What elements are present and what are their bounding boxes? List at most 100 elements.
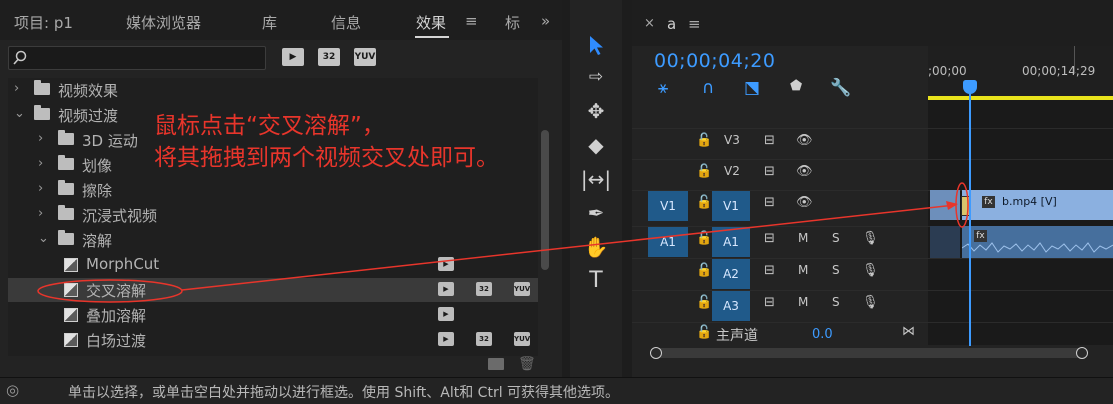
track-target-a2[interactable]: A2 — [712, 259, 750, 289]
go-to-end-icon[interactable]: ⋈ — [902, 324, 915, 339]
hand-tool-icon[interactable]: ✋ — [570, 232, 622, 262]
close-icon[interactable]: × — [644, 16, 655, 31]
sync-lock-icon[interactable]: ⊟ — [764, 263, 775, 278]
chevron-down-icon[interactable]: ⌄ — [38, 231, 49, 246]
tab-effects[interactable]: 效果 — [416, 12, 446, 33]
new-bin-icon[interactable] — [488, 358, 504, 370]
lock-icon[interactable]: 🔓 — [696, 133, 712, 148]
chevron-right-icon[interactable]: › — [38, 206, 43, 221]
accelerated-badge-icon: ▶ — [438, 332, 454, 346]
panel-menu-icon[interactable]: ≡ — [465, 12, 478, 30]
nest-sequence-icon[interactable]: ⚹ — [658, 78, 668, 98]
sync-lock-icon[interactable]: ⊟ — [764, 231, 775, 246]
lock-icon[interactable]: 🔓 — [696, 195, 712, 210]
tab-libraries[interactable]: 库 — [262, 12, 277, 33]
timeline-scrollbar[interactable] — [650, 347, 1088, 359]
annotation-line-2: 将其拖拽到两个视频交叉处即可。 — [154, 145, 499, 171]
mute-button[interactable]: M — [798, 231, 808, 245]
more-tabs-icon[interactable]: » — [541, 12, 550, 30]
tree-effect-item[interactable]: ▶ 叠加溶解 — [8, 303, 538, 327]
chevron-right-icon[interactable]: › — [14, 81, 19, 96]
track-target-a3[interactable]: A3 — [712, 291, 750, 321]
linked-selection-icon[interactable]: ⬔ — [744, 78, 760, 98]
audio-waveform — [962, 242, 1113, 253]
master-volume-value[interactable]: 0.0 — [812, 327, 833, 342]
track-target-a1[interactable]: A1 — [712, 227, 750, 257]
playhead-timecode[interactable]: 00;00;04;20 — [654, 50, 775, 72]
mute-button[interactable]: M — [798, 295, 808, 309]
microphone-icon[interactable]: 🎙 — [862, 263, 879, 278]
snap-magnet-icon[interactable]: ∩ — [702, 78, 714, 98]
sequence-tab[interactable]: a — [667, 15, 676, 33]
tree-scrollbar[interactable] — [541, 130, 549, 270]
playhead-handle[interactable] — [963, 80, 977, 94]
audio-clip[interactable]: fx — [962, 226, 1113, 258]
chevron-right-icon[interactable]: › — [38, 131, 43, 146]
tab-project[interactable]: 项目: p1 — [14, 12, 73, 33]
yuv-badge: YUV — [514, 332, 530, 346]
32bit-filter-button[interactable]: 32 — [318, 48, 340, 66]
eye-icon[interactable]: 👁 — [796, 164, 813, 179]
chevron-right-icon[interactable]: › — [38, 156, 43, 171]
source-patch-a1[interactable]: A1 — [648, 227, 688, 257]
tree-effect-item[interactable]: ▶ 32 YUV 白场过渡 — [8, 328, 538, 352]
lock-icon[interactable]: 🔓 — [696, 325, 712, 340]
search-input[interactable] — [8, 46, 266, 70]
chevron-right-icon[interactable]: › — [38, 181, 43, 196]
tab-info[interactable]: 信息 — [331, 12, 361, 33]
type-tool-icon[interactable]: T — [570, 266, 622, 296]
lock-icon[interactable]: 🔓 — [696, 164, 712, 179]
video-clip[interactable]: fx b.mp4 [V] — [962, 190, 1113, 220]
pen-tool-icon[interactable]: ✒ — [570, 198, 622, 228]
eye-icon[interactable]: 👁 — [796, 133, 813, 148]
scroll-handle-left[interactable] — [650, 347, 662, 359]
tree-folder[interactable]: › 视频效果 — [8, 78, 538, 102]
settings-wrench-icon[interactable]: 🔧 — [830, 78, 851, 98]
panel-menu-icon[interactable]: ≡ — [688, 15, 701, 33]
sync-lock-icon[interactable]: ⊟ — [764, 295, 775, 310]
32bit-badge: 32 — [476, 332, 492, 346]
sync-lock-icon[interactable]: ⊟ — [764, 133, 775, 148]
tab-markers[interactable]: 标 — [505, 12, 520, 33]
folder-icon — [58, 155, 74, 170]
accelerated-effects-filter-icon[interactable]: ▶ — [282, 48, 304, 66]
tab-media-browser[interactable]: 媒体浏览器 — [126, 12, 201, 33]
track-target-v1[interactable]: V1 — [712, 191, 750, 221]
transition-effect-icon — [64, 308, 78, 322]
ripple-edit-tool-icon[interactable]: ✥ — [570, 96, 622, 126]
solo-button[interactable]: S — [832, 295, 840, 309]
tree-folder[interactable]: › 沉浸式视频 — [8, 203, 538, 227]
mute-button[interactable]: M — [798, 263, 808, 277]
tree-folder[interactable]: ⌄ 溶解 — [8, 228, 538, 252]
tree-folder[interactable]: › 擦除 — [8, 178, 538, 202]
solo-button[interactable]: S — [832, 231, 840, 245]
tree-effect-item[interactable]: ▶ 32 YUV 交叉溶解 — [8, 278, 538, 302]
lock-icon[interactable]: 🔓 — [696, 231, 712, 246]
solo-button[interactable]: S — [832, 263, 840, 277]
yuv-filter-button[interactable]: YUV — [354, 48, 376, 66]
razor-tool-icon[interactable]: ◆ — [570, 130, 622, 160]
lock-icon[interactable]: 🔓 — [696, 295, 712, 310]
lock-icon[interactable]: 🔓 — [696, 263, 712, 278]
scroll-handle-right[interactable] — [1076, 347, 1088, 359]
timeline-tab-bar: × a ≡ — [632, 0, 1113, 46]
accelerated-badge-icon: ▶ — [438, 307, 454, 321]
sync-lock-icon[interactable]: ⊟ — [764, 164, 775, 179]
tree-effect-item[interactable]: ▶ MorphCut — [8, 253, 538, 277]
selection-tool-icon[interactable] — [570, 30, 622, 60]
eye-icon[interactable]: 👁 — [796, 195, 813, 210]
microphone-icon[interactable]: 🎙 — [862, 295, 879, 310]
delete-icon[interactable]: 🗑 — [518, 356, 536, 372]
sync-lock-icon[interactable]: ⊟ — [764, 195, 775, 210]
source-patch-v1[interactable]: V1 — [648, 191, 688, 221]
chevron-down-icon[interactable]: ⌄ — [14, 106, 25, 121]
playhead-line[interactable] — [969, 86, 971, 346]
time-ruler[interactable]: ;00;00 00;00;14;29 — [928, 46, 1113, 96]
add-marker-icon[interactable]: ⬟ — [790, 78, 802, 94]
previous-video-clip[interactable] — [930, 190, 960, 220]
microphone-icon[interactable]: 🎙 — [862, 231, 879, 246]
status-text: 单击以选择，或单击空白处并拖动以进行框选。使用 Shift、Alt和 Ctrl … — [68, 385, 620, 401]
slip-tool-icon[interactable]: |↔| — [570, 164, 622, 194]
previous-audio-clip[interactable] — [930, 226, 960, 258]
track-select-tool-icon[interactable]: ⇨ — [570, 62, 622, 92]
